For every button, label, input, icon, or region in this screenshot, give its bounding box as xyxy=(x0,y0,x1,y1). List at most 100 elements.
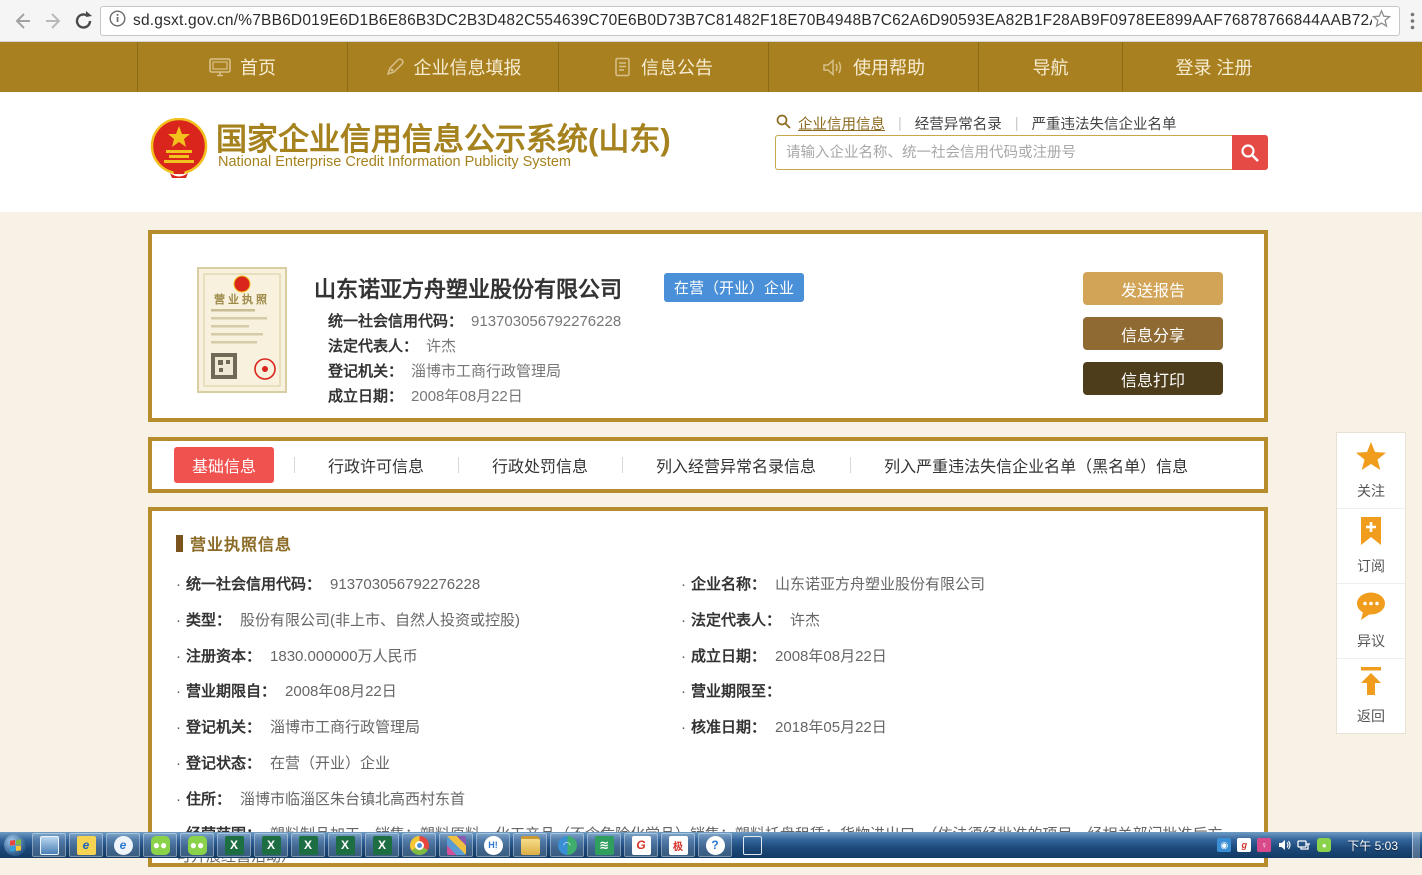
taskbar-clock[interactable]: 下午 5:03 xyxy=(1347,837,1398,854)
print-info-button[interactable]: 信息打印 xyxy=(1083,362,1223,395)
nav-item-announcements[interactable]: 信息公告 xyxy=(558,42,768,92)
taskbar-item-folder-explorer[interactable] xyxy=(513,833,547,857)
detail-row: ·登记状态：在营（开业）企业 xyxy=(176,746,681,782)
taskbar-item-excel-3[interactable]: X xyxy=(291,833,325,857)
taskbar-item-wechat[interactable]: ●● xyxy=(143,833,177,857)
sogou-tray-icon[interactable]: g xyxy=(1237,838,1251,852)
status-badge: 在营（开业）企业 xyxy=(664,273,804,302)
taskbar-item-help-app[interactable]: ? xyxy=(698,833,732,857)
business-license-thumbnail[interactable]: 营业执照 xyxy=(197,267,287,398)
detail-row: ·营业期限自：2008年08月22日 xyxy=(176,674,681,710)
browser-chrome: sd.gsxt.gov.cn/%7BB6D019E6D1B6E86B3DC2B3… xyxy=(0,0,1422,42)
search-scope-links: 企业信用信息 | 经营异常名录 | 严重违法失信企业名单 xyxy=(776,113,1177,134)
side-toolbar: 关注 订阅 异议 返回 xyxy=(1336,432,1406,734)
taskbar-item-internet-explorer[interactable]: e xyxy=(69,833,103,857)
site-subtitle: National Enterprise Credit Information P… xyxy=(218,154,571,170)
show-desktop-button[interactable] xyxy=(1412,832,1420,858)
taskbar-item-stickers-app[interactable] xyxy=(439,833,473,857)
refresh-icon[interactable] xyxy=(70,7,98,35)
tabs-card: 基础信息 行政许可信息 行政处罚信息 列入经营异常名录信息 列入严重违法失信企业… xyxy=(148,437,1268,493)
detail-row: ·法定代表人：许杰 xyxy=(681,603,1224,639)
detail-row: ·核准日期：2018年05月22日 xyxy=(681,710,1224,746)
field-establishment-date: 成立日期：2008年08月22日 xyxy=(328,385,523,406)
network-icon[interactable] xyxy=(1297,838,1311,852)
nav-item-report[interactable]: 企业信息填报 xyxy=(347,42,558,92)
nav-item-label: 导航 xyxy=(1033,54,1069,80)
taskbar-item-excel-2[interactable]: X xyxy=(254,833,288,857)
nav-item-help[interactable]: 使用帮助 xyxy=(768,42,978,92)
nav-item-label: 首页 xyxy=(240,54,276,80)
info-icon[interactable] xyxy=(109,10,126,32)
volume-icon[interactable] xyxy=(1277,838,1291,852)
taskbar-item-tim-app[interactable]: H! xyxy=(476,833,510,857)
search-input[interactable] xyxy=(775,135,1232,170)
company-name: 山东诺亚方舟塑业股份有限公司 xyxy=(314,272,622,304)
forward-arrow-icon[interactable] xyxy=(40,7,68,35)
section-bar xyxy=(176,535,183,552)
section-header: 营业执照信息 xyxy=(176,531,1264,555)
nav-spacer xyxy=(0,42,137,92)
menu-dots-icon[interactable] xyxy=(1398,7,1422,35)
tab-admin-license[interactable]: 行政许可信息 xyxy=(294,453,458,477)
send-report-button[interactable]: 发送报告 xyxy=(1083,272,1223,305)
detail-row: ·注册资本：1830.000000万人民币 xyxy=(176,639,681,675)
back-to-top-button[interactable]: 返回 xyxy=(1337,658,1405,733)
share-info-button[interactable]: 信息分享 xyxy=(1083,317,1223,350)
taskbar-item-wps-office[interactable]: ≋ xyxy=(587,833,621,857)
360-tray-icon[interactable]: ◉ xyxy=(1217,838,1231,852)
dispute-button[interactable]: 异议 xyxy=(1337,583,1405,658)
license-detail-grid: ·统一社会信用代码：913703056792276228 ·企业名称：山东诺亚方… xyxy=(152,561,1264,875)
tab-abnormal-list[interactable]: 列入经营异常名录信息 xyxy=(622,453,850,477)
license-details-card: 营业执照信息 ·统一社会信用代码：913703056792276228 ·企业名… xyxy=(148,507,1268,867)
back-arrow-icon[interactable] xyxy=(8,7,36,35)
taskbar-item-sogou-input[interactable]: G xyxy=(624,833,658,857)
bulletin-icon xyxy=(614,57,632,77)
taskbar-item-excel-5[interactable]: X xyxy=(365,833,399,857)
link-enterprise-credit[interactable]: 企业信用信息 xyxy=(798,113,885,134)
tab-blacklist[interactable]: 列入严重违法失信企业名单（黑名单）信息 xyxy=(850,453,1222,477)
nav-item-navigation[interactable]: 导航 xyxy=(978,42,1122,92)
qq-tray-icon[interactable]: ♀ xyxy=(1257,838,1271,852)
address-bar[interactable]: sd.gsxt.gov.cn/%7BB6D019E6D1B6E86B3DC2B3… xyxy=(100,6,1400,36)
section-title: 营业执照信息 xyxy=(190,531,292,555)
taskbar-item-360-safety[interactable]: ◠ xyxy=(550,833,584,857)
detail-row-address: ·住所：淄博市临淄区朱台镇北高西村东首 xyxy=(176,782,1224,818)
subscribe-button[interactable]: 订阅 xyxy=(1337,508,1405,583)
link-blacklist[interactable]: 严重违法失信企业名单 xyxy=(1032,113,1177,134)
bookmark-star-icon[interactable] xyxy=(1372,9,1391,33)
detail-row: ·成立日期：2008年08月22日 xyxy=(681,639,1224,675)
site-header: 国家企业信用信息公示系统(山东) National Enterprise Cre… xyxy=(0,92,1422,212)
taskbar-item-desktop-window[interactable] xyxy=(32,833,66,857)
nav-item-login-register[interactable]: 登录 注册 xyxy=(1122,42,1305,92)
link-abnormal-list[interactable]: 经营异常名录 xyxy=(915,113,1002,134)
start-button[interactable] xyxy=(2,833,28,857)
field-credit-code: 统一社会信用代码：913703056792276228 xyxy=(328,310,621,331)
pen-icon xyxy=(385,57,405,77)
taskbar-item-small-window[interactable] xyxy=(735,833,769,857)
windows-taskbar: e e ●● ●● X X X X X H! ◠ ≋ G 极 ? ◉ g ♀ ●… xyxy=(0,832,1422,858)
search-bar xyxy=(775,135,1268,170)
speaker-icon xyxy=(822,58,844,77)
star-icon xyxy=(1355,441,1387,476)
search-button[interactable] xyxy=(1232,135,1268,170)
monitor-icon xyxy=(209,58,231,77)
wechat-tray-icon[interactable]: ● xyxy=(1317,838,1331,852)
taskbar-item-jisu-app[interactable]: 极 xyxy=(661,833,695,857)
taskbar-item-ie-browser-2[interactable]: e xyxy=(106,833,140,857)
detail-row: ·类型：股份有限公司(非上市、自然人投资或控股) xyxy=(176,603,681,639)
taskbar-item-excel-1[interactable]: X xyxy=(217,833,251,857)
follow-button[interactable]: 关注 xyxy=(1337,433,1405,508)
nav-item-home[interactable]: 首页 xyxy=(137,42,347,92)
tab-admin-penalty[interactable]: 行政处罚信息 xyxy=(458,453,622,477)
company-summary-card: 营业执照 山东诺亚方舟塑业股份有限公司 在营（开业）企业 统一社会信用代码：91… xyxy=(148,230,1268,422)
nav-item-label: 使用帮助 xyxy=(853,54,925,80)
url-text[interactable]: sd.gsxt.gov.cn/%7BB6D019E6D1B6E86B3DC2B3… xyxy=(133,12,1372,30)
tab-basic-info[interactable]: 基础信息 xyxy=(174,447,274,483)
detail-row: ·企业名称：山东诺亚方舟塑业股份有限公司 xyxy=(681,567,1224,603)
detail-row-empty xyxy=(681,746,1224,782)
taskbar-item-wechat-2[interactable]: ●● xyxy=(180,833,214,857)
comment-bubble-icon xyxy=(1355,591,1387,626)
taskbar-item-chrome[interactable] xyxy=(402,833,436,857)
nav-filler xyxy=(1305,42,1422,92)
taskbar-item-excel-4[interactable]: X xyxy=(328,833,362,857)
